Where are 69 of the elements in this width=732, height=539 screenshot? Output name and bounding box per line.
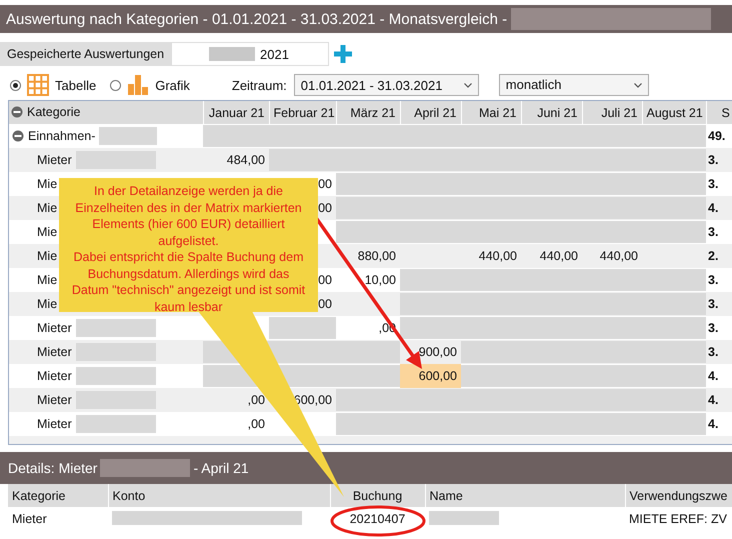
category-label: Mie xyxy=(37,249,58,263)
saved-reports-label: Gespeicherte Auswertungen xyxy=(0,42,172,66)
amount-text: 00 xyxy=(318,177,332,191)
collapse-icon[interactable] xyxy=(12,130,24,142)
column-header[interactable]: Name xyxy=(430,488,463,502)
category-label: Mie xyxy=(37,225,58,239)
blurred-area xyxy=(209,47,256,61)
category-label: Mieter xyxy=(37,417,72,431)
add-icon[interactable] xyxy=(333,44,354,64)
total-amount: 4. xyxy=(708,201,718,215)
amount-text: 00 xyxy=(318,297,332,311)
category-label: Mieter xyxy=(37,393,72,407)
category-label: Mieter xyxy=(37,153,72,167)
callout-note: In der Detailanzeige werden ja die Einzelheiten des in der Matrix markierten Elements (hier 600 EUR) detailliert aufgelistet. Dabei entspricht die Spalte Buchung dem Buchungsdatum. Allerdings wird das Datum "technisch" angezeigt und ist somit kaum lesbar xyxy=(59,178,318,312)
total-amount: 3. xyxy=(708,177,718,191)
amount-text: 440,00 xyxy=(540,249,578,263)
total-amount: 3. xyxy=(708,273,718,287)
amount-text: ,00 xyxy=(248,393,265,407)
selected-cell[interactable]: 600,00 xyxy=(400,364,461,388)
caret-icon xyxy=(464,82,472,88)
radio-button[interactable] xyxy=(10,80,21,90)
column-header[interactable]: Kategorie xyxy=(27,104,81,118)
category-label: Mieter xyxy=(37,321,72,335)
blurred-area xyxy=(99,127,158,145)
category-label: Mieter xyxy=(37,345,72,359)
amount-text: 10,00 xyxy=(364,273,396,287)
view-option-label[interactable]: Tabelle xyxy=(55,78,96,92)
interval-dropdown[interactable]: monatlich xyxy=(498,74,649,96)
details-title: - April 21 xyxy=(193,460,249,476)
bar-chart-icon xyxy=(127,74,150,96)
radio-button[interactable] xyxy=(110,80,122,90)
total-amount: 2. xyxy=(708,249,718,263)
category-label: Mie xyxy=(37,201,58,215)
period-dropdown[interactable]: 01.01.2021 - 31.03.2021 xyxy=(294,74,479,96)
amount-text: 440,00 xyxy=(600,249,638,263)
period-label: Zeitraum: xyxy=(232,78,287,92)
category-label: Mie xyxy=(37,273,58,287)
amount-text: 900,00 xyxy=(418,345,457,359)
saved-report-field[interactable]: 2021 xyxy=(171,42,330,66)
window-title: Auswertung nach Kategorien - 01.01.2021 - 31.03.2021 - Monatsvergleich - xyxy=(6,10,508,28)
detail-cell-text: 20210407 xyxy=(350,512,406,526)
detail-cell-text: MIETE EREF: ZV xyxy=(629,512,727,526)
category-label: Mie xyxy=(37,177,58,191)
table-grid-icon xyxy=(27,74,49,96)
amount-text: ,00 xyxy=(248,417,265,431)
category-label: Einnahmen- xyxy=(28,129,96,143)
amount-text: 00 xyxy=(318,273,332,287)
view-option-label[interactable]: Grafik xyxy=(155,78,190,92)
amount-text: 484,00 xyxy=(226,153,265,167)
amount-text: 440,00 xyxy=(478,249,517,263)
total-amount: 4. xyxy=(708,417,718,431)
total-amount: 3. xyxy=(708,297,718,311)
total-amount: 3. xyxy=(708,225,718,239)
detail-cell-text: Mieter xyxy=(12,512,47,526)
collapse-icon[interactable] xyxy=(11,106,23,118)
total-amount: 4. xyxy=(708,369,718,383)
amount-text: 880,00 xyxy=(358,249,396,263)
total-amount: 4. xyxy=(708,393,718,407)
category-label: Mie xyxy=(37,297,58,311)
amount-text: 00 xyxy=(318,201,332,215)
column-header[interactable]: Konto xyxy=(112,488,146,502)
total-amount: 3. xyxy=(708,153,718,167)
total-amount: 3. xyxy=(708,345,718,359)
total-amount: 49. xyxy=(708,129,726,143)
column-header[interactable]: S xyxy=(722,106,730,120)
category-label: Mieter xyxy=(37,369,72,383)
caret-icon xyxy=(634,83,642,88)
total-amount: 3. xyxy=(708,321,718,335)
details-title: Details: Mieter xyxy=(8,460,98,476)
